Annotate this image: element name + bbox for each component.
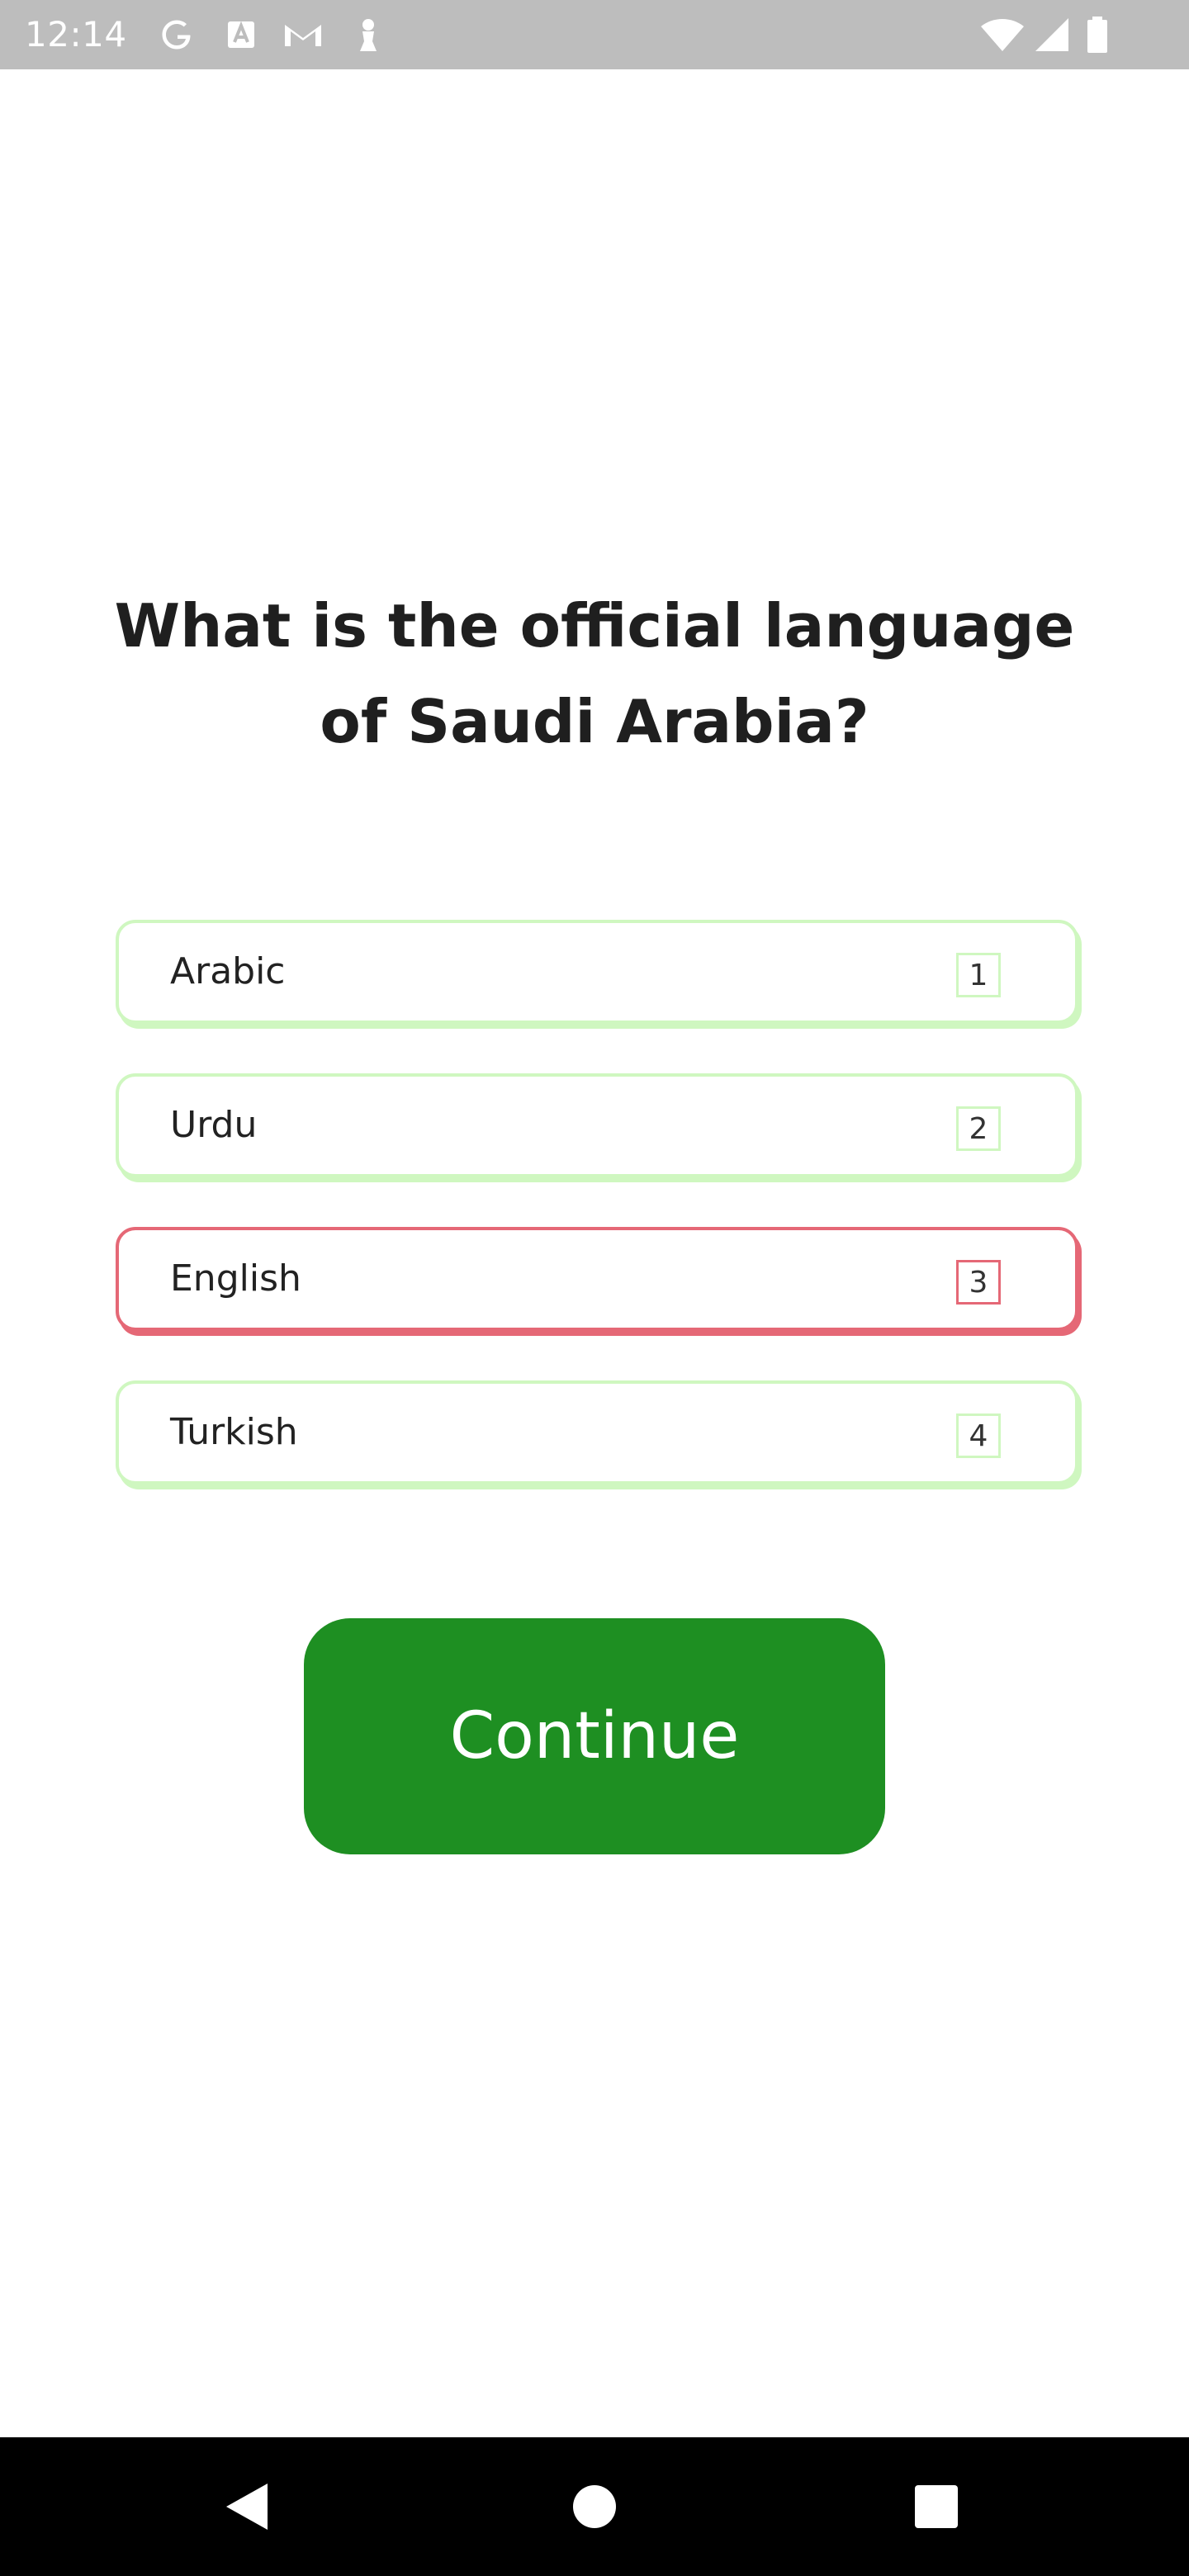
wifi-icon — [979, 15, 1026, 54]
recents-icon[interactable] — [867, 2437, 1006, 2576]
battery-icon — [1085, 15, 1110, 54]
answer-option-4[interactable]: Turkish 4 — [116, 1380, 1078, 1485]
answer-option-2[interactable]: Urdu 2 — [116, 1073, 1078, 1177]
answer-option-label: Arabic — [170, 950, 286, 992]
navigation-bar — [0, 2437, 1189, 2576]
signal-icon — [1034, 15, 1070, 54]
answer-option-3[interactable]: English 3 — [116, 1227, 1078, 1331]
answer-option-1[interactable]: Arabic 1 — [116, 920, 1078, 1024]
answer-option-key: 3 — [956, 1260, 1001, 1305]
font-icon — [225, 15, 258, 54]
question-text: What is the official language of Saudi A… — [114, 591, 1075, 756]
answer-option-label: Urdu — [170, 1104, 258, 1146]
answer-option-label: English — [170, 1257, 301, 1300]
pawn-icon — [352, 15, 385, 54]
google-icon — [157, 15, 197, 54]
gmail-icon — [281, 15, 325, 54]
back-icon[interactable] — [178, 2437, 317, 2576]
continue-button[interactable]: Continue — [304, 1618, 885, 1854]
answer-option-key: 4 — [956, 1413, 1001, 1458]
answer-option-key: 2 — [956, 1106, 1001, 1151]
answer-option-label: Turkish — [170, 1411, 298, 1453]
home-icon[interactable] — [525, 2437, 664, 2576]
status-time: 12:14 — [25, 14, 127, 54]
status-bar: 12:14 — [0, 0, 1189, 69]
answer-option-key: 1 — [956, 953, 1001, 997]
